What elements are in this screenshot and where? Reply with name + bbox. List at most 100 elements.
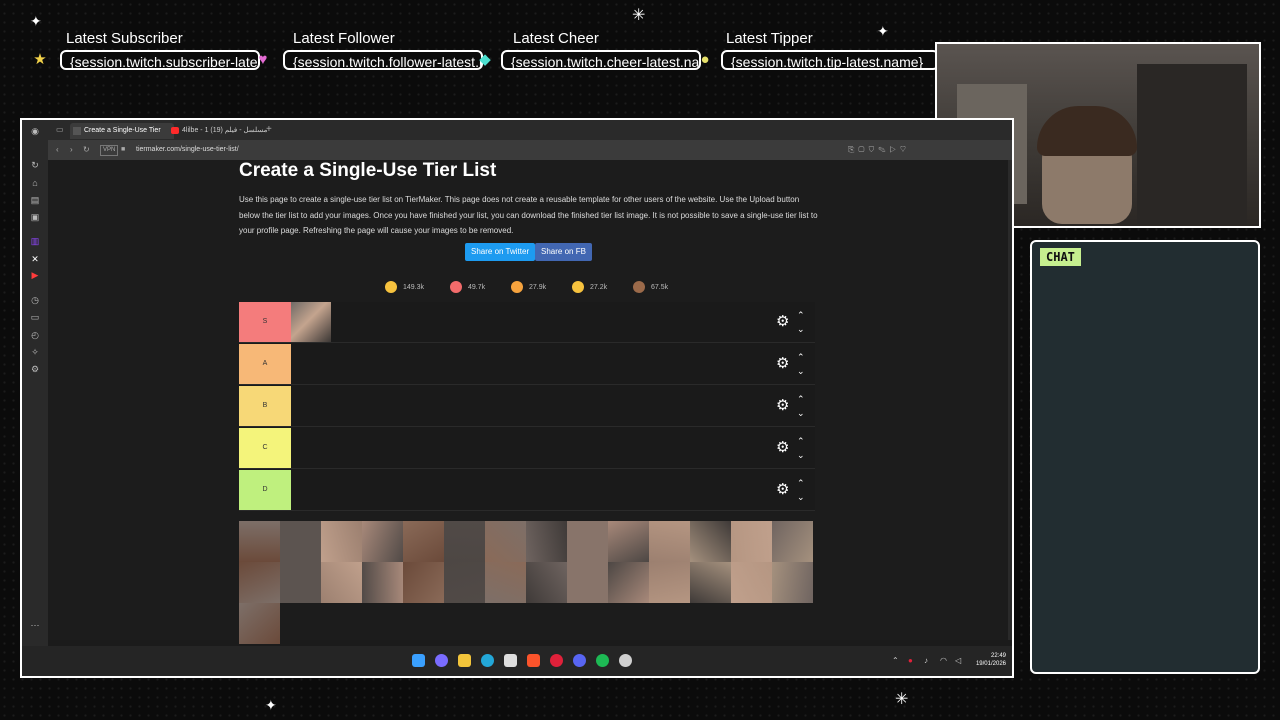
tier-move-up-icon[interactable]: ⌃ [797, 310, 805, 320]
pool-image[interactable] [608, 562, 649, 603]
vpn-badge[interactable]: VPN [100, 145, 119, 156]
tab-youtube[interactable]: 4lilbe - 1 مسلسل - فيلم (19) [168, 123, 277, 139]
toolbar-icons[interactable]: ⎘▢⛉✎▷♡ [848, 144, 910, 156]
pool-image[interactable] [649, 521, 690, 562]
extensions-icon[interactable]: ✧ [30, 347, 40, 357]
pool-image[interactable] [444, 521, 485, 562]
tier-move-down-icon[interactable]: ⌄ [797, 324, 805, 334]
x-icon[interactable]: ✕ [30, 254, 40, 264]
pool-image[interactable] [772, 562, 813, 603]
brave-icon[interactable] [527, 654, 540, 667]
copilot-icon[interactable] [435, 654, 448, 667]
pool-image[interactable] [567, 521, 608, 562]
pool-image[interactable] [362, 562, 403, 603]
clock-icon[interactable]: ◷ [30, 295, 40, 305]
network-icon[interactable]: ◠ [940, 656, 947, 666]
tier-label[interactable]: B [239, 386, 291, 426]
messenger-icon[interactable]: ▣ [30, 212, 40, 222]
tier-move-down-icon[interactable]: ⌄ [797, 408, 805, 418]
pool-image[interactable] [731, 562, 772, 603]
tier-label[interactable]: A [239, 344, 291, 384]
more-icon[interactable]: ⋯ [30, 620, 40, 630]
pool-image[interactable] [280, 562, 321, 603]
windows-start-icon[interactable] [412, 654, 425, 667]
pool-image[interactable] [321, 521, 362, 562]
tab-tiermaker[interactable]: Create a Single-Use Tier [70, 123, 174, 139]
reaction-laugh[interactable]: 149.3k [385, 281, 424, 294]
file-explorer-icon[interactable] [458, 654, 471, 667]
bookmarks-icon[interactable]: ▤ [30, 195, 40, 205]
reaction-poop[interactable]: 67.5k [633, 281, 668, 294]
tier-move-up-icon[interactable]: ⌃ [797, 352, 805, 362]
pool-image[interactable] [690, 562, 731, 603]
taskbar-clock[interactable]: 22:49 19/01/2026 [976, 652, 1006, 668]
pool-image[interactable] [526, 562, 567, 603]
tier-settings-gear-icon[interactable]: ⚙ [776, 440, 789, 456]
discord-icon[interactable] [573, 654, 586, 667]
tier-settings-gear-icon[interactable]: ⚙ [776, 314, 789, 330]
reaction-heart-eyes[interactable]: 49.7k [450, 281, 485, 294]
reaction-praise[interactable]: 27.2k [572, 281, 607, 294]
tier-move-up-icon[interactable]: ⌃ [797, 394, 805, 404]
obs-icon[interactable] [619, 654, 632, 667]
spotify-icon[interactable] [596, 654, 609, 667]
pool-image[interactable] [362, 521, 403, 562]
ai-icon[interactable]: ⌂ [30, 178, 40, 188]
store-icon[interactable] [504, 654, 517, 667]
tray-chevron-icon[interactable]: ⌃ [892, 656, 899, 666]
youtube-icon[interactable]: ▶ [30, 270, 40, 280]
pool-image[interactable] [690, 521, 731, 562]
tier-label[interactable]: D [239, 470, 291, 510]
volume-icon[interactable]: ◁ [955, 656, 961, 666]
pool-image[interactable] [403, 521, 444, 562]
pool-image[interactable] [239, 562, 280, 603]
browser-logo-icon[interactable]: ◉ [30, 126, 40, 136]
tier-label[interactable]: C [239, 428, 291, 468]
back-icon[interactable]: ‹ [56, 144, 59, 156]
tier-settings-gear-icon[interactable]: ⚙ [776, 398, 789, 414]
pool-image[interactable] [280, 521, 321, 562]
tier-move-down-icon[interactable]: ⌄ [797, 450, 805, 460]
pool-image[interactable] [239, 521, 280, 562]
pool-image[interactable] [649, 562, 690, 603]
pool-image[interactable] [731, 521, 772, 562]
history-icon[interactable]: ◴ [30, 330, 40, 340]
tier-settings-gear-icon[interactable]: ⚙ [776, 356, 789, 372]
pool-image[interactable] [567, 562, 608, 603]
reload-icon[interactable]: ↻ [83, 144, 90, 156]
pool-image[interactable] [239, 603, 280, 644]
pool-image[interactable] [444, 562, 485, 603]
tier-item-image[interactable] [291, 302, 331, 342]
history-icon[interactable]: ↻ [30, 160, 40, 170]
tier-move-up-icon[interactable]: ⌃ [797, 478, 805, 488]
unranked-image-pool [239, 521, 815, 645]
wallet-icon[interactable]: ▭ [30, 312, 40, 322]
tier-label[interactable]: S [239, 302, 291, 342]
settings-icon[interactable]: ⚙ [30, 364, 40, 374]
page-scrollbar[interactable] [1008, 160, 1012, 640]
pool-image[interactable] [608, 521, 649, 562]
pool-image[interactable] [321, 562, 362, 603]
tier-settings-gear-icon[interactable]: ⚙ [776, 482, 789, 498]
tier-move-down-icon[interactable]: ⌄ [797, 492, 805, 502]
tab-bar: ▭ Create a Single-Use Tier 4lilbe - 1 مس… [48, 120, 1012, 140]
share-twitter-button[interactable]: Share on Twitter [465, 243, 536, 261]
share-fb-button[interactable]: Share on FB [535, 243, 592, 261]
microphone-icon[interactable]: ♪ [924, 656, 928, 666]
url-text[interactable]: tiermaker.com/single-use-tier-list/ [136, 144, 239, 156]
tray-app-icon[interactable]: ● [908, 656, 913, 666]
pool-image[interactable] [526, 521, 567, 562]
reaction-grin[interactable]: 27.9k [511, 281, 546, 294]
pool-image[interactable] [485, 521, 526, 562]
opera-icon[interactable] [550, 654, 563, 667]
edge-icon[interactable] [481, 654, 494, 667]
pool-image[interactable] [403, 562, 444, 603]
twitch-icon[interactable]: ▥ [30, 236, 40, 246]
tier-move-down-icon[interactable]: ⌄ [797, 366, 805, 376]
pool-image[interactable] [772, 521, 813, 562]
forward-icon[interactable]: › [70, 144, 73, 156]
tabs-icon[interactable]: ▭ [56, 125, 64, 134]
new-tab-icon[interactable]: + [266, 123, 272, 137]
pool-image[interactable] [485, 562, 526, 603]
tier-move-up-icon[interactable]: ⌃ [797, 436, 805, 446]
